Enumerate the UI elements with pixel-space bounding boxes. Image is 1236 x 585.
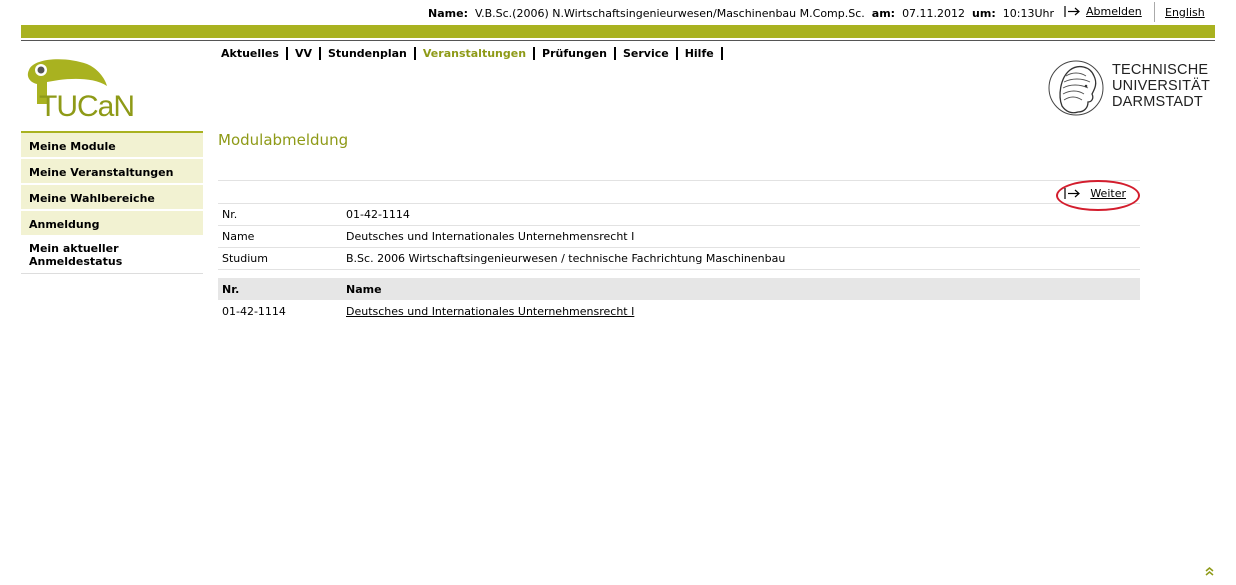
table-cell-name: Deutsches und Internationales Unternehme… — [346, 305, 634, 318]
module-table: Nr. Name 01-42-1114 Deutsches und Intern… — [218, 278, 1140, 322]
tu-darmstadt-logo: TECHNISCHE UNIVERSITÄT DARMSTADT — [1048, 56, 1218, 122]
tu-logo-line-1: TECHNISCHE — [1112, 62, 1209, 78]
nav-pruefungen[interactable]: Prüfungen — [535, 47, 614, 60]
language-switch-link[interactable]: English — [1165, 6, 1205, 19]
sidebar-item-meine-veranstaltungen[interactable]: Meine Veranstaltungen — [21, 159, 203, 185]
header-divider-line — [21, 40, 1215, 41]
sidebar-item-meine-module[interactable]: Meine Module — [21, 133, 203, 159]
module-link[interactable]: Deutsches und Internationales Unternehme… — [346, 305, 634, 318]
detail-label: Name — [222, 230, 255, 243]
header-accent-bar — [21, 25, 1215, 38]
logout-link[interactable]: Abmelden — [1086, 5, 1142, 18]
column-header-name: Name — [346, 282, 382, 296]
tucan-logo-text: TUCaN — [39, 90, 135, 123]
time-label: um: — [972, 7, 996, 20]
nav-vv[interactable]: VV — [288, 47, 319, 60]
nav-veranstaltungen[interactable]: Veranstaltungen — [416, 47, 533, 60]
detail-value: B.Sc. 2006 Wirtschaftsingenieurwesen / t… — [346, 252, 786, 265]
main-content: Weiter Nr. 01-42-1114 Name Deutsches und… — [218, 180, 1140, 322]
highlight-circle — [1056, 180, 1140, 211]
back-to-top-button[interactable] — [1205, 567, 1214, 579]
header-divider — [1154, 2, 1155, 22]
detail-label: Nr. — [222, 208, 238, 221]
column-header-nr: Nr. — [222, 282, 240, 296]
chevron-double-up-icon — [1205, 567, 1214, 576]
detail-value: 01-42-1114 — [346, 208, 410, 221]
time-value: 10:13Uhr — [1002, 7, 1054, 20]
sidebar: Meine Module Meine Veranstaltungen Meine… — [21, 131, 203, 274]
nav-hilfe[interactable]: Hilfe — [678, 47, 721, 60]
nav-service[interactable]: Service — [616, 47, 676, 60]
page-title: Modulabmeldung — [218, 131, 349, 149]
table-row: 01-42-1114 Deutsches und Internationales… — [218, 300, 1140, 322]
logout-arrow-icon — [1064, 6, 1080, 17]
detail-label: Studium — [222, 252, 268, 265]
tu-logo-text: TECHNISCHE UNIVERSITÄT DARMSTADT — [1112, 62, 1210, 110]
user-info: Name: V.B.Sc.(2006) N.Wirtschaftsingenie… — [428, 7, 1054, 20]
nav-separator — [720, 47, 723, 60]
table-header: Nr. Name — [218, 278, 1140, 300]
nav-stundenplan[interactable]: Stundenplan — [321, 47, 414, 60]
sidebar-item-anmeldung[interactable]: Anmeldung — [21, 211, 203, 237]
date-value: 07.11.2012 — [902, 7, 966, 20]
sidebar-item-meine-wahlbereiche[interactable]: Meine Wahlbereiche — [21, 185, 203, 211]
sidebar-item-anmeldestatus[interactable]: Mein aktueller Anmeldestatus — [21, 237, 203, 274]
main-navigation: Aktuelles VV Stundenplan Veranstaltungen… — [221, 47, 723, 60]
nav-aktuelles[interactable]: Aktuelles — [221, 47, 286, 60]
tu-logo-line-2: UNIVERSITÄT — [1112, 78, 1211, 94]
detail-row-name: Name Deutsches und Internationales Unter… — [218, 226, 1140, 248]
detail-row-nr: Nr. 01-42-1114 — [218, 204, 1140, 226]
detail-value: Deutsches und Internationales Unternehme… — [346, 230, 635, 243]
tucan-logo[interactable]: TUCaN — [25, 56, 155, 126]
table-cell-nr: 01-42-1114 — [222, 304, 286, 318]
athena-head-icon — [1048, 60, 1104, 116]
name-label: Name: — [428, 7, 468, 20]
detail-row-studium: Studium B.Sc. 2006 Wirtschaftsingenieurw… — [218, 248, 1140, 270]
action-row: Weiter — [218, 180, 1140, 211]
top-status-bar: Name: V.B.Sc.(2006) N.Wirtschaftsingenie… — [0, 0, 1236, 24]
logout-link-group[interactable]: Abmelden — [1064, 5, 1142, 18]
tu-logo-line-3: DARMSTADT — [1112, 94, 1203, 110]
name-value: V.B.Sc.(2006) N.Wirtschaftsingenieurwese… — [474, 7, 865, 20]
date-label: am: — [871, 7, 896, 20]
